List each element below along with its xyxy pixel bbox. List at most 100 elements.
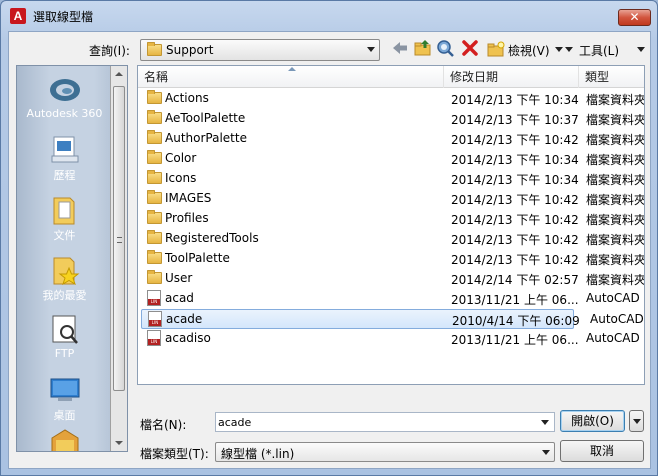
column-header-type[interactable]: 類型 — [579, 66, 644, 88]
folder-icon — [147, 250, 162, 264]
places-scrollbar[interactable] — [110, 66, 127, 451]
file-date-cell: 2014/2/13 下午 10:42 — [451, 213, 579, 227]
file-row[interactable]: Icons 2014/2/13 下午 10:34 檔案資料夾 — [138, 169, 644, 189]
place-autodesk-360[interactable]: Autodesk 360 — [17, 74, 112, 120]
delete-button[interactable] — [461, 39, 481, 61]
close-button[interactable]: ✕ — [618, 9, 651, 26]
chevron-down-icon — [637, 47, 645, 52]
file-row[interactable]: IMAGES 2014/2/13 下午 10:42 檔案資料夾 — [138, 189, 644, 209]
file-name-cell: acade — [166, 312, 203, 326]
up-one-level-button[interactable] — [413, 39, 433, 61]
views-menu[interactable]: 檢視(V) — [508, 42, 550, 59]
file-name-cell: Profiles — [165, 211, 209, 225]
place-label: FTP — [54, 347, 75, 360]
linetype-file-icon — [147, 290, 161, 308]
file-name-cell: acad — [165, 291, 194, 305]
desktop-icon — [48, 374, 82, 406]
file-name-cell: Icons — [165, 171, 197, 185]
file-type-cell: 檔案資料夾 — [586, 93, 645, 107]
file-type-label: 檔案類型(T): — [140, 447, 209, 461]
dialog-body: 查詢(I): Support 檢視(V) 工具(L) Autodesk 360 … — [8, 31, 651, 469]
file-date-cell: 2013/11/21 上午 06... — [451, 293, 579, 307]
folder-icon — [147, 210, 162, 224]
file-date-cell: 2014/2/14 下午 02:57 — [451, 273, 579, 287]
file-row[interactable]: RegisteredTools 2014/2/13 下午 10:42 檔案資料夾 — [138, 229, 644, 249]
file-type-cell: 檔案資料夾 — [586, 253, 645, 267]
file-type-cell: 檔案資料夾 — [586, 213, 645, 227]
file-row[interactable]: AuthorPalette 2014/2/13 下午 10:42 檔案資料夾 — [138, 129, 644, 149]
delete-x-icon — [462, 40, 478, 56]
file-date-cell: 2014/2/13 下午 10:34 — [451, 93, 579, 107]
place-label: 歷程 — [53, 169, 76, 182]
file-row[interactable]: ToolPalette 2014/2/13 下午 10:42 檔案資料夾 — [138, 249, 644, 269]
favorites-icon — [48, 254, 82, 286]
chevron-down-icon[interactable] — [541, 420, 549, 425]
file-date-cell: 2014/2/13 下午 10:42 — [451, 193, 579, 207]
cancel-button[interactable]: 取消 — [560, 440, 644, 462]
scrollbar-thumb[interactable] — [113, 86, 125, 391]
folder-icon — [147, 270, 162, 284]
chevron-down-icon — [633, 419, 641, 424]
look-in-dropdown[interactable]: Support — [140, 39, 380, 61]
file-type-cell: AutoCAD — [586, 331, 640, 345]
linetype-file-icon — [148, 311, 162, 329]
file-type-dropdown[interactable]: 線型檔 (*.lin) — [215, 442, 555, 462]
autocad-app-icon: A — [10, 8, 26, 24]
chevron-down-icon — [555, 47, 563, 52]
folder-icon — [147, 230, 162, 244]
chevron-down-icon — [542, 450, 550, 455]
folder-icon — [147, 170, 162, 184]
chevron-down-icon — [367, 47, 375, 52]
scroll-down-arrow-icon[interactable] — [115, 441, 123, 445]
file-name-combo[interactable] — [215, 412, 555, 432]
look-in-value: Support — [166, 43, 214, 57]
file-row[interactable]: acad 2013/11/21 上午 06... AutoCAD — [138, 289, 644, 309]
place-buzzsaw[interactable] — [17, 428, 112, 451]
file-date-cell: 2010/4/14 下午 06:09 — [452, 314, 580, 328]
file-name-cell: acadiso — [165, 331, 211, 345]
search-globe-icon — [437, 40, 454, 57]
file-name-cell: User — [165, 271, 193, 285]
place-history[interactable]: 歷程 — [17, 134, 112, 183]
place-ftp[interactable]: FTP — [17, 314, 112, 360]
look-in-label: 查詢(I): — [89, 44, 130, 58]
search-web-button[interactable] — [436, 39, 456, 61]
file-row[interactable]: Color 2014/2/13 下午 10:34 檔案資料夾 — [138, 149, 644, 169]
tools-menu-button[interactable]: 工具(L) — [565, 39, 645, 61]
place-desktop[interactable]: 桌面 — [17, 374, 112, 423]
file-name-cell: IMAGES — [165, 191, 212, 205]
file-list[interactable]: 名稱 修改日期 類型 Actions 2014/2/13 下午 10:34 檔案資料… — [137, 65, 645, 385]
file-row[interactable]: Profiles 2014/2/13 下午 10:42 檔案資料夾 — [138, 209, 644, 229]
folder-icon — [147, 190, 162, 204]
column-header-date[interactable]: 修改日期 — [444, 66, 579, 88]
file-type-cell: 檔案資料夾 — [586, 193, 645, 207]
file-name-cell: RegisteredTools — [165, 231, 259, 245]
file-type-cell: 檔案資料夾 — [586, 133, 645, 147]
file-row[interactable]: User 2014/2/14 下午 02:57 檔案資料夾 — [138, 269, 644, 289]
file-name-input[interactable] — [218, 414, 538, 430]
file-type-cell: 檔案資料夾 — [586, 153, 645, 167]
file-type-cell: 檔案資料夾 — [586, 273, 645, 287]
folder-icon — [147, 42, 162, 56]
file-row[interactable]: Actions 2014/2/13 下午 10:34 檔案資料夾 — [138, 89, 644, 109]
back-button[interactable] — [391, 39, 411, 61]
folder-web-icon — [48, 428, 82, 451]
create-folder-views-button[interactable]: 檢視(V) — [487, 39, 563, 61]
file-date-cell: 2014/2/13 下午 10:42 — [451, 253, 579, 267]
back-arrow-icon — [393, 42, 407, 54]
open-options-button[interactable] — [629, 410, 644, 432]
autodesk-360-icon — [48, 74, 82, 106]
place-favorites[interactable]: 我的最愛 — [17, 254, 112, 303]
tools-menu[interactable]: 工具(L) — [579, 42, 619, 59]
scroll-up-arrow-icon[interactable] — [115, 72, 123, 76]
column-header-name[interactable]: 名稱 — [138, 66, 444, 88]
file-name-cell: ToolPalette — [165, 251, 230, 265]
file-row[interactable]: acade 2010/4/14 下午 06:09 AutoCAD — [141, 309, 644, 329]
file-name-label: 檔名(N): — [140, 418, 187, 432]
file-type-cell: AutoCAD — [586, 291, 640, 305]
title-bar: A 選取線型檔 ✕ — [1, 1, 657, 31]
open-button[interactable]: 開啟(O) — [560, 410, 625, 432]
place-documents[interactable]: 文件 — [17, 194, 112, 243]
file-row[interactable]: acadiso 2013/11/21 上午 06... AutoCAD — [138, 329, 644, 349]
file-row[interactable]: AeToolPalette 2014/2/13 下午 10:37 檔案資料夾 — [138, 109, 644, 129]
